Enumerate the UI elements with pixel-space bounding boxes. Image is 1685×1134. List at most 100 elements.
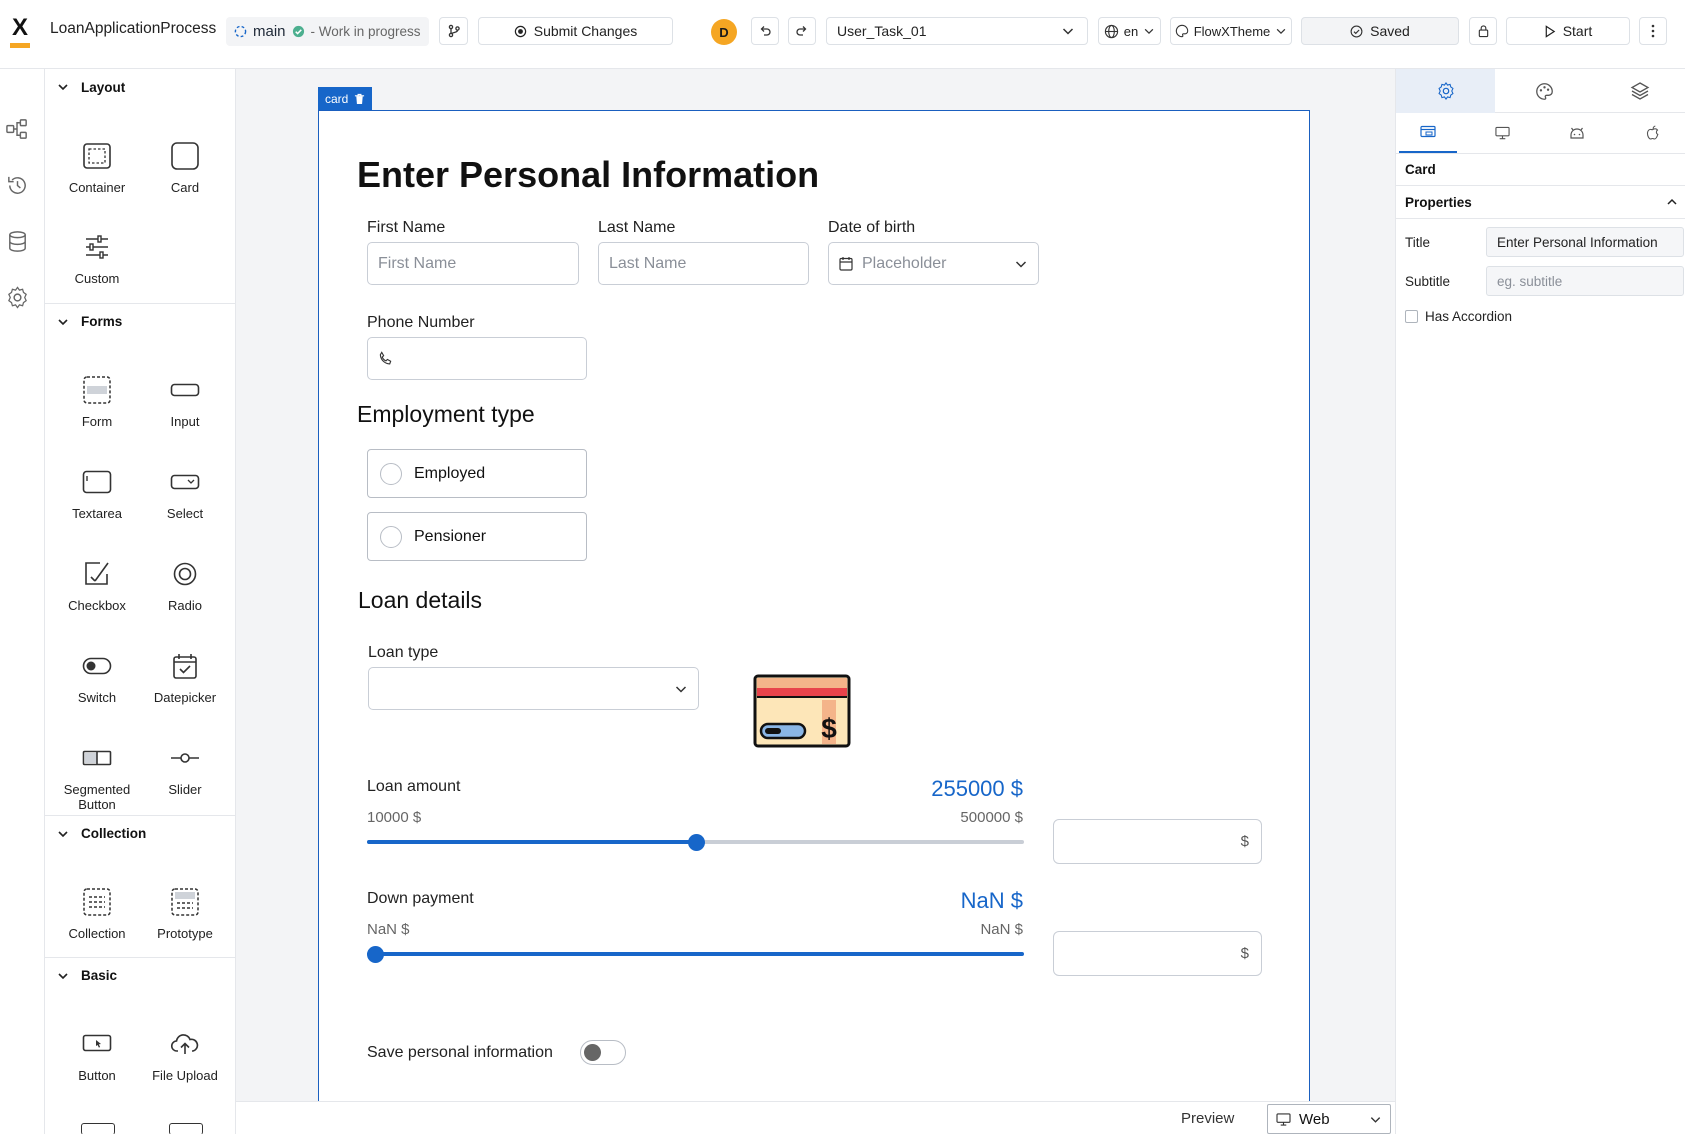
palette-item-slider[interactable]: Slider <box>141 741 229 797</box>
platform-value: Web <box>1299 1110 1330 1128</box>
palette-item-checkbox[interactable]: Checkbox <box>53 557 141 613</box>
theme-select[interactable]: FlowXTheme <box>1170 17 1292 45</box>
more-options-button[interactable] <box>1639 17 1667 45</box>
desktop-icon <box>1276 1112 1291 1126</box>
down-payment-min: NaN $ <box>367 921 410 938</box>
palette-item-radio[interactable]: Radio <box>141 557 229 613</box>
radio-option-employed[interactable]: Employed <box>367 449 587 498</box>
section-layout[interactable]: Layout <box>45 69 235 105</box>
palette-item-prototype[interactable]: Prototype <box>141 885 229 941</box>
platform-tab-web[interactable] <box>1399 113 1457 153</box>
design-canvas: card Enter Personal Information First Na… <box>236 69 1395 1101</box>
section-title: Layout <box>81 79 126 95</box>
radio-circle <box>380 462 402 485</box>
last-name-field[interactable]: Last Name <box>598 242 809 285</box>
start-button[interactable]: Start <box>1506 17 1630 45</box>
palette-item-datepicker[interactable]: Datepicker <box>141 649 229 705</box>
card-tag[interactable]: card <box>318 87 373 110</box>
palette-item-label: Datepicker <box>153 690 217 705</box>
down-payment-input[interactable]: $ <box>1053 931 1262 976</box>
chevron-down-icon <box>58 318 68 325</box>
section-basic[interactable]: Basic <box>45 957 235 993</box>
sliders-icon <box>80 230 114 264</box>
tab-styles[interactable] <box>1495 69 1594 113</box>
trash-icon[interactable] <box>354 93 365 105</box>
first-name-field[interactable]: First Name <box>367 242 579 285</box>
task-select[interactable]: User_Task_01 <box>826 17 1088 45</box>
platform-tab-android[interactable] <box>1548 113 1606 153</box>
section-forms[interactable]: Forms <box>45 303 235 339</box>
phone-field[interactable] <box>367 337 587 380</box>
component-name: Card <box>1396 154 1685 186</box>
palette-item-container[interactable]: Container <box>53 139 141 195</box>
lock-button[interactable] <box>1469 17 1497 45</box>
subtitle-property-row: Subtitle eg. subtitle <box>1396 265 1685 297</box>
palette-item-input[interactable]: Input <box>141 373 229 429</box>
chevron-down-icon <box>1276 28 1286 35</box>
palette-item-button[interactable]: Button <box>53 1027 141 1083</box>
radio-option-pensioner[interactable]: Pensioner <box>367 512 587 561</box>
branch-selector[interactable]: main - Work in progress <box>226 17 429 46</box>
radio-icon <box>168 557 202 591</box>
card-component[interactable]: Enter Personal Information First Name Fi… <box>318 110 1310 1101</box>
last-name-label: Last Name <box>598 219 676 236</box>
has-accordion-label: Has Accordion <box>1425 308 1513 324</box>
settings-icon[interactable] <box>5 285 30 310</box>
down-payment-slider-track[interactable] <box>367 945 1024 963</box>
palette-item-textarea[interactable]: Textarea <box>53 465 141 521</box>
slider-icon <box>168 741 202 775</box>
radio-label: Employed <box>414 464 486 482</box>
palette-item-switch[interactable]: Switch <box>53 649 141 705</box>
section-collection[interactable]: Collection <box>45 815 235 851</box>
card-icon <box>168 139 202 173</box>
branch-loading-icon <box>234 25 247 38</box>
palette-item-segmented-button[interactable]: Segmented Button <box>53 741 141 812</box>
palette-item-select[interactable]: Select <box>141 465 229 521</box>
palette-item-form[interactable]: Form <box>53 373 141 429</box>
database-icon[interactable] <box>5 229 30 254</box>
preview-bar: Preview Web <box>236 1101 1395 1134</box>
desktop-icon <box>1494 126 1510 140</box>
palette-item-card[interactable]: Card <box>141 139 229 195</box>
title-property-input[interactable]: Enter Personal Information <box>1486 227 1684 257</box>
loan-type-select[interactable] <box>368 667 699 710</box>
properties-section-header[interactable]: Properties <box>1396 186 1685 219</box>
palette-item-label: Button <box>78 1068 116 1083</box>
palette-item-label: Textarea <box>72 506 122 521</box>
tab-layers[interactable] <box>1594 69 1685 113</box>
first-name-placeholder: First Name <box>378 254 457 272</box>
down-payment-value: NaN $ <box>960 888 1023 913</box>
branch-status: - Work in progress <box>310 24 421 39</box>
history-icon[interactable] <box>5 173 30 198</box>
language-select[interactable]: en <box>1098 17 1161 45</box>
down-payment-slider-thumb[interactable] <box>367 945 384 963</box>
branch-merge-button[interactable] <box>439 17 468 45</box>
subtitle-property-input[interactable]: eg. subtitle <box>1486 266 1684 296</box>
platform-tab-desktop[interactable] <box>1473 113 1531 153</box>
dob-datepicker[interactable]: Placeholder <box>828 242 1039 285</box>
platform-tab-ios[interactable] <box>1624 113 1682 153</box>
chevron-down-icon <box>1015 260 1027 268</box>
submit-changes-button[interactable]: Submit Changes <box>478 17 673 45</box>
loan-amount-input[interactable]: $ <box>1053 819 1262 864</box>
loan-amount-slider-thumb[interactable] <box>687 833 705 851</box>
process-icon[interactable] <box>5 117 30 142</box>
tab-settings[interactable] <box>1396 69 1495 113</box>
task-select-value: User_Task_01 <box>837 23 927 39</box>
palette-item-file-upload[interactable]: File Upload <box>141 1027 229 1083</box>
has-accordion-checkbox[interactable] <box>1405 309 1418 323</box>
undo-button[interactable] <box>751 17 779 45</box>
palette-item-collection[interactable]: Collection <box>53 885 141 941</box>
card-tag-label: card <box>325 91 349 106</box>
app-title: LoanApplicationProcess <box>50 20 217 37</box>
has-accordion-row[interactable]: Has Accordion <box>1396 305 1685 327</box>
prototype-icon <box>168 885 202 919</box>
checkbox-icon <box>80 557 114 591</box>
loan-amount-slider-track[interactable] <box>367 833 1024 851</box>
redo-button[interactable] <box>788 17 816 45</box>
platform-select[interactable]: Web <box>1267 1104 1391 1134</box>
flowx-logo[interactable]: X <box>8 16 32 48</box>
palette-item-custom[interactable]: Custom <box>53 230 141 286</box>
save-info-switch[interactable] <box>580 1040 626 1065</box>
user-avatar[interactable]: D <box>711 19 737 45</box>
